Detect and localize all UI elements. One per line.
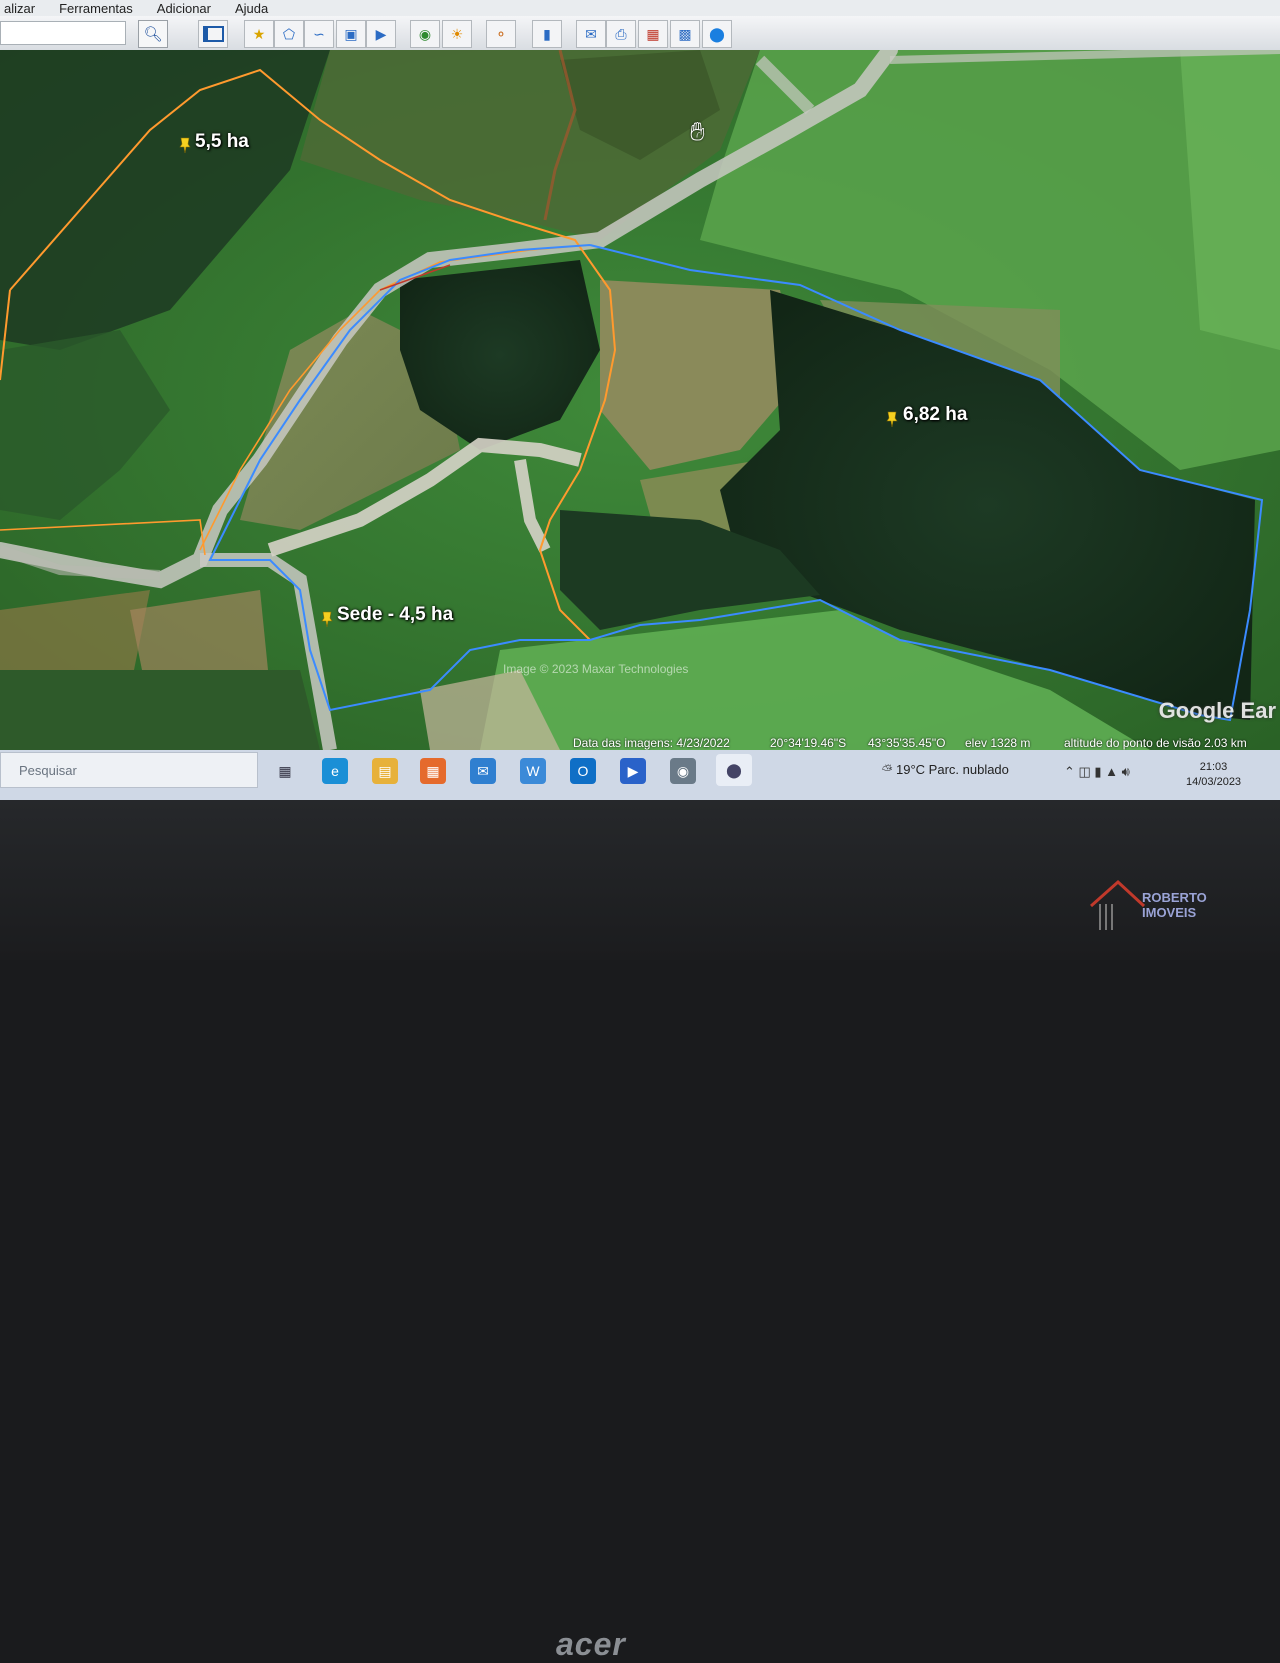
laptop-screen: alizar Ferramentas Adicionar Ajuda 🔍︎ ★ …: [0, 0, 1280, 800]
task-view-icon[interactable]: ▦: [272, 758, 298, 784]
map-imagery: [0, 50, 1280, 750]
placemark-pin-icon[interactable]: [178, 136, 192, 154]
placemark-label-6-82-ha[interactable]: 6,82 ha: [903, 404, 967, 426]
toolbar: 🔍︎ ★ ⬠ ∽ ▣ ▶ ◉ ☀ ⚬ ▮ ✉ ⎙ ▦ ▩ ⬤: [0, 16, 1280, 51]
placemark-label-5-5-ha[interactable]: 5,5 ha: [195, 131, 249, 153]
word-icon[interactable]: W: [520, 758, 546, 784]
menu-item-adicionar[interactable]: Adicionar: [153, 1, 215, 16]
roberto-imoveis-watermark: ROBERTO IMOVEIS: [1086, 876, 1256, 936]
menu-item-visualizar[interactable]: alizar: [0, 1, 39, 16]
watermark-line2: IMOVEIS: [1142, 905, 1197, 920]
tour-icon[interactable]: ▶: [366, 20, 396, 48]
weather-widget[interactable]: ⛅︎ 19°C Parc. nublado: [882, 762, 1009, 778]
placemark-pin-icon[interactable]: [885, 410, 899, 428]
windows-taskbar: Pesquisar ▦ e ▤ ▦ ✉ W O ▶ ◉ ⬤ ⛅︎ 19°C Pa…: [0, 750, 1280, 800]
imagery-date: Data das imagens: 4/23/2022: [573, 736, 730, 750]
house-logo-icon: [1090, 879, 1146, 930]
sidebar-icon[interactable]: [198, 20, 228, 48]
email-icon[interactable]: ✉: [576, 20, 606, 48]
maps-icon[interactable]: ▩: [670, 20, 700, 48]
ruler-icon[interactable]: ▮: [532, 20, 562, 48]
print-icon[interactable]: ⎙: [606, 20, 636, 48]
mail-icon[interactable]: ✉: [470, 758, 496, 784]
placemark-icon[interactable]: ★: [244, 20, 274, 48]
clock-time: 21:03: [1199, 761, 1228, 773]
elevation-readout: elev 1328 m: [965, 736, 1031, 750]
menu-item-ajuda[interactable]: Ajuda: [231, 1, 272, 16]
app-icon[interactable]: ◉: [670, 758, 696, 784]
earth-icon[interactable]: ⬤: [702, 20, 732, 48]
acer-logo: acer: [556, 1626, 626, 1662]
edge-icon[interactable]: e: [322, 758, 348, 784]
satellite-map[interactable]: 5,5 ha 6,82 ha Sede - 4,5 ha Image © 202…: [0, 50, 1280, 750]
path-icon[interactable]: ∽: [304, 20, 334, 48]
weather-icon: ⛅︎: [882, 762, 897, 777]
save-image-icon[interactable]: ▦: [638, 20, 668, 48]
google-earth-logo: Google Ear: [1158, 698, 1276, 723]
overlay-icon[interactable]: ▣: [336, 20, 366, 48]
planets-icon[interactable]: ⚬: [486, 20, 516, 48]
placemark-pin-icon[interactable]: [320, 610, 334, 628]
outlook-icon[interactable]: O: [570, 758, 596, 784]
latitude-readout: 20°34'19.46"S: [770, 736, 847, 750]
placemark-label-sede[interactable]: Sede - 4,5 ha: [337, 604, 453, 626]
hand-cursor-icon: ✋︎: [690, 116, 705, 146]
store-icon[interactable]: ▦: [420, 758, 446, 784]
historical-imagery-icon[interactable]: ◉: [410, 20, 440, 48]
file-explorer-icon[interactable]: ▤: [372, 758, 398, 784]
google-earth-taskbar-icon[interactable]: ⬤: [716, 754, 752, 786]
search-input[interactable]: [0, 21, 126, 45]
taskbar-clock[interactable]: 21:03 14/03/2023: [1186, 760, 1241, 790]
imagery-copyright: Image © 2023 Maxar Technologies: [503, 662, 689, 676]
system-tray[interactable]: ⌃ ◫ ▮ ▲ 🔊︎: [1064, 764, 1130, 780]
taskbar-search-input[interactable]: Pesquisar: [0, 752, 258, 788]
clock-date: 14/03/2023: [1186, 776, 1242, 788]
sunlight-icon[interactable]: ☀: [442, 20, 472, 48]
eye-altitude-readout: altitude do ponto de visão 2.03 km: [1064, 736, 1247, 750]
longitude-readout: 43°35'35.45"O: [868, 736, 946, 750]
watermark-line1: ROBERTO: [1142, 890, 1207, 905]
weather-text: 19°C Parc. nublado: [896, 762, 1009, 777]
media-player-icon[interactable]: ▶: [620, 758, 646, 784]
menu-bar: alizar Ferramentas Adicionar Ajuda: [0, 0, 1280, 16]
menu-item-ferramentas[interactable]: Ferramentas: [55, 1, 137, 16]
map-status-bar: Data das imagens: 4/23/2022 20°34'19.46"…: [560, 734, 1280, 750]
magnifier-icon[interactable]: 🔍︎: [138, 20, 168, 48]
polygon-icon[interactable]: ⬠: [274, 20, 304, 48]
